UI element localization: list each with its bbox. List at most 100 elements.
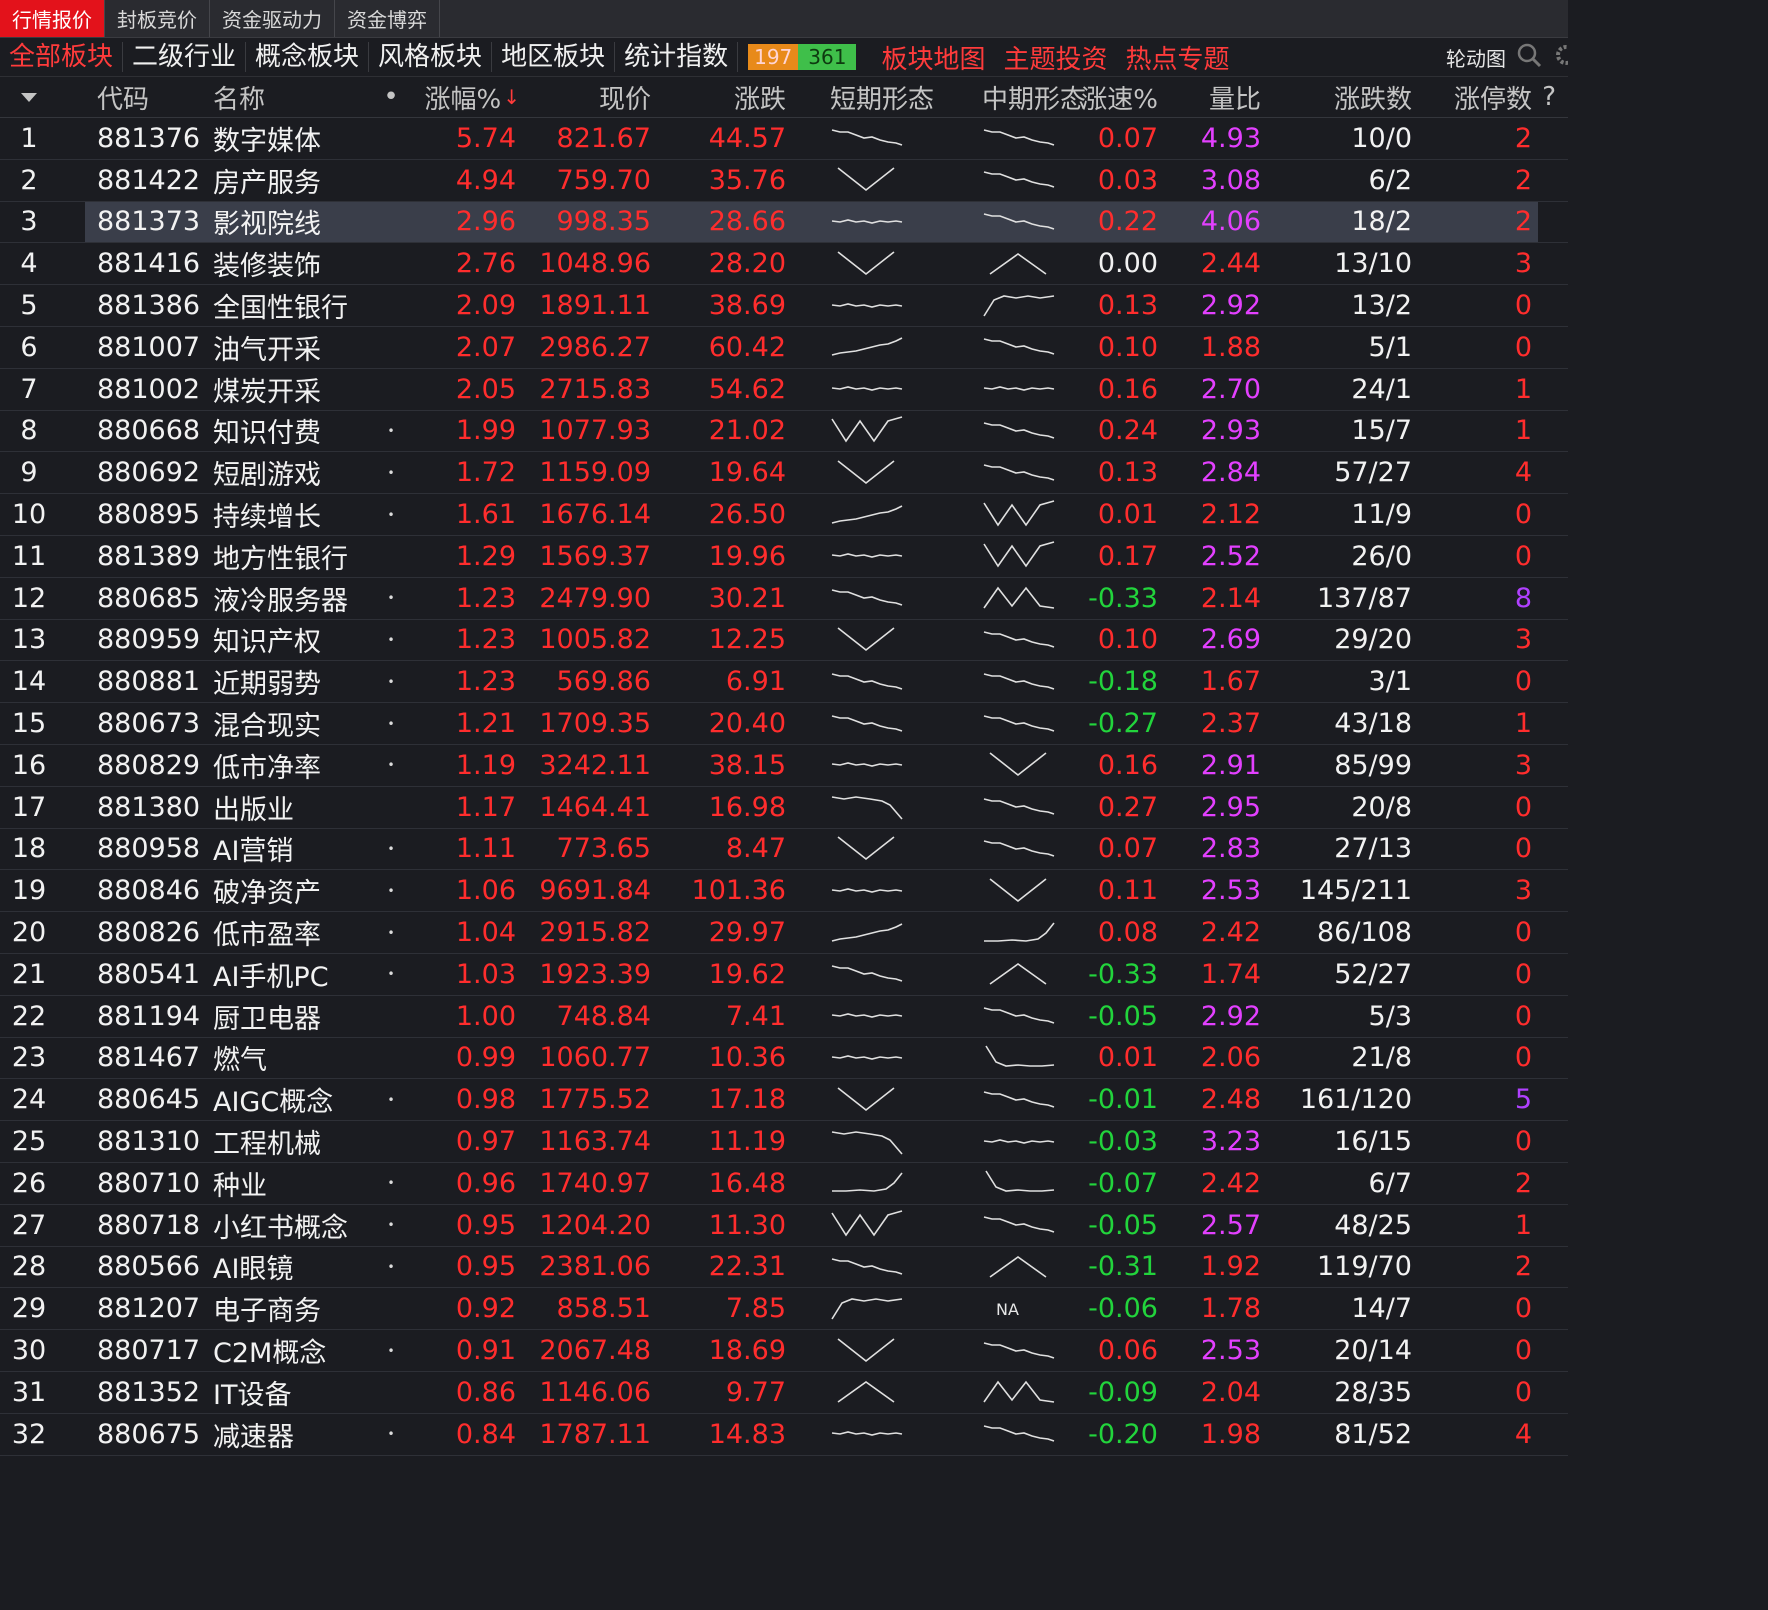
mid-trend-sparkline (983, 672, 1055, 690)
short-trend-sparkline (831, 416, 903, 443)
gear-icon[interactable] (1552, 42, 1576, 72)
table-row[interactable]: 15 880673 混合现实 • 1.21 1709.35 20.40 -0.27 2.37 43… (0, 703, 1568, 745)
table-row[interactable]: 21 880541 AI手机PC • 1.03 1923.39 19.62 -0.33 1.74… (0, 954, 1568, 996)
table-row[interactable]: 24 880645 AIGC概念 • 0.98 1775.52 17.18 -0.01 2.48… (0, 1079, 1568, 1122)
tab-capital-game[interactable]: 资金博弈 (335, 0, 440, 37)
table-row[interactable]: 17 881380 出版业 1.17 1464.41 16.98 0.27 2.95 20/8 0 (0, 787, 1568, 829)
row-index: 18 (11, 833, 47, 865)
price-change: 26.50 (708, 499, 786, 531)
top-tab-strip: 行情报价 封板竞价 资金驱动力 资金博弈 (0, 0, 1568, 38)
table-row[interactable]: 7 881002 煤炭开采 2.05 2715.83 54.62 0.16 2.70 24/1 1 (0, 369, 1568, 411)
row-index: 21 (11, 958, 47, 990)
category-concept[interactable]: 概念板块 (246, 42, 370, 72)
tab-quotes[interactable]: 行情报价 (0, 0, 105, 37)
table-row[interactable]: 3 881373 影视院线 2.96 998.35 28.66 0.22 4.06 18/2 2 (0, 201, 1568, 244)
limit-up-count: 0 (1514, 1000, 1532, 1032)
mid-trend-cell (982, 1079, 1056, 1120)
mid-trend-cell: NA (982, 1288, 1056, 1329)
category-sub-industry[interactable]: 二级行业 (123, 42, 247, 72)
mid-trend-sparkline (983, 798, 1055, 815)
header-name[interactable]: 名称 (213, 77, 265, 117)
current-price: 998.35 (556, 206, 651, 238)
header-up-down-count[interactable]: 涨跌数 (1334, 77, 1412, 117)
header-change[interactable]: 涨跌 (734, 77, 786, 117)
table-row[interactable]: 25 881310 工程机械 0.97 1163.74 11.19 -0.03 3.23 16/… (0, 1121, 1568, 1163)
link-sector-map[interactable]: 板块地图 (872, 39, 994, 76)
concept-dot: • (387, 841, 395, 856)
concept-dot (386, 327, 396, 368)
sector-code: 880710 (97, 1167, 201, 1199)
column-toggle[interactable] (0, 77, 58, 117)
table-row[interactable]: 31 881352 IT设备 0.86 1146.06 9.77 -0.09 2.04 28/3… (0, 1372, 1568, 1414)
header-vol-ratio[interactable]: 量比 (1209, 77, 1261, 117)
link-theme-invest[interactable]: 主题投资 (994, 39, 1116, 76)
table-row[interactable]: 4 881416 装修装饰 2.76 1048.96 28.20 0.00 2.44 13/10… (0, 243, 1568, 286)
short-trend-sparkline (831, 1210, 903, 1237)
table-row[interactable]: 12 880685 液冷服务器 • 1.23 2479.90 30.21 -0.33 2.14 1… (0, 578, 1568, 620)
header-mid-trend[interactable]: 中期形态 (982, 77, 1086, 117)
row-index: 31 (11, 1376, 47, 1408)
table-row[interactable]: 6 881007 油气开采 2.07 2986.27 60.42 0.10 1.88 5/1 0 (0, 327, 1568, 369)
table-row[interactable]: 23 881467 燃气 0.99 1060.77 10.36 0.01 2.06 21/8 0 (0, 1038, 1568, 1080)
table-row[interactable]: 28 880566 AI眼镜 • 0.95 2381.06 22.31 -0.31 1.92 11… (0, 1247, 1568, 1289)
limit-up-count: 8 (1514, 582, 1532, 614)
table-row[interactable]: 2 881422 房产服务 4.94 759.70 35.76 0.03 3.08 6/2 2 (0, 160, 1568, 202)
table-row[interactable]: 9 880692 短剧游戏 • 1.72 1159.09 19.64 0.13 2.84 57/2… (0, 452, 1568, 495)
table-row[interactable]: 30 880717 C2M概念 • 0.91 2067.48 18.69 0.06 2.53 20… (0, 1330, 1568, 1372)
volume-ratio: 2.42 (1200, 917, 1261, 949)
header-pct[interactable]: 涨幅% ↓ (425, 77, 520, 117)
table-row[interactable]: 18 880958 AI营销 • 1.11 773.65 8.47 0.07 2.83 27/13… (0, 829, 1568, 871)
current-price: 2067.48 (539, 1335, 651, 1366)
row-index: 7 (20, 373, 38, 405)
header-price[interactable]: 现价 (599, 77, 651, 117)
current-price: 1077.93 (539, 415, 651, 447)
rise-speed: 0.16 (1097, 373, 1158, 405)
tab-seal-bidding[interactable]: 封板竞价 (105, 0, 210, 37)
up-down-count: 24/1 (1351, 373, 1412, 405)
price-change: 21.02 (708, 415, 786, 447)
table-row[interactable]: 27 880718 小红书概念 • 0.95 1204.20 11.30 -0.05 2.57 4… (0, 1205, 1568, 1247)
header-speed[interactable]: 涨速% (1081, 77, 1158, 117)
sector-code: 880541 (97, 958, 201, 990)
header-short-trend[interactable]: 短期形态 (830, 77, 934, 117)
volume-ratio: 1.74 (1200, 958, 1261, 990)
concept-dot: • (387, 1427, 395, 1442)
table-row[interactable]: 14 880881 近期弱势 • 1.23 569.86 6.91 -0.18 1.67 3/1 0 (0, 661, 1568, 704)
short-trend-cell (830, 1205, 904, 1246)
mid-trend-sparkline (983, 1138, 1055, 1144)
table-row[interactable]: 1 881376 数字媒体 5.74 821.67 44.57 0.07 4.93 10/0 2 (0, 118, 1568, 160)
tab-capital-drive[interactable]: 资金驱动力 (210, 0, 335, 37)
table-row[interactable]: 13 880959 知识产权 • 1.23 1005.82 12.25 0.10 2.69 29/… (0, 620, 1568, 662)
short-trend-cell (830, 327, 904, 368)
table-row[interactable]: 19 880846 破净资产 • 1.06 9691.84 101.36 0.11 2.53 14… (0, 870, 1568, 913)
table-row[interactable]: 5 881386 全国性银行 2.09 1891.11 38.69 0.13 2.92 13/2… (0, 285, 1568, 327)
table-row[interactable]: 20 880826 低市盈率 • 1.04 2915.82 29.97 0.08 2.42 86/… (0, 912, 1568, 954)
table-row[interactable]: 16 880829 低市净率 • 1.19 3242.11 38.15 0.16 2.91 85/… (0, 745, 1568, 787)
table-row[interactable]: 32 880675 减速器 • 0.84 1787.11 14.83 -0.20 1.98 81/… (0, 1414, 1568, 1456)
table-row[interactable]: 29 881207 电子商务 0.92 858.51 7.85 NA -0.06 1.78 14/… (0, 1288, 1568, 1331)
category-stat-index[interactable]: 统计指数 (615, 42, 739, 72)
category-style[interactable]: 风格板块 (369, 42, 493, 72)
table-row[interactable]: 8 880668 知识付费 • 1.99 1077.93 21.02 0.24 2.93 15/7… (0, 411, 1568, 453)
table-row[interactable]: 10 880895 持续增长 • 1.61 1676.14 26.50 0.01 2.12 11/… (0, 494, 1568, 536)
search-icon[interactable] (1516, 42, 1542, 72)
mid-trend-sparkline (983, 129, 1055, 147)
category-all-sectors[interactable]: 全部板块 (0, 42, 124, 72)
header-code[interactable]: 代码 (97, 77, 149, 117)
help-icon[interactable]: ? (1542, 77, 1556, 117)
up-down-count: 6/2 (1368, 164, 1412, 196)
concept-dot: • (387, 591, 395, 606)
rise-speed: -0.09 (1088, 1376, 1158, 1408)
mid-trend-sparkline (983, 422, 1055, 439)
short-trend-sparkline (831, 589, 903, 606)
table-row[interactable]: 22 881194 厨卫电器 1.00 748.84 7.41 -0.05 2.92 5/3 0 (0, 996, 1568, 1038)
mid-trend-cell (982, 954, 1056, 995)
category-region[interactable]: 地区板块 (492, 42, 616, 72)
table-row[interactable]: 26 880710 种业 • 0.96 1740.97 16.48 -0.07 2.42 6/7 2 (0, 1163, 1568, 1205)
table-row[interactable]: 11 881389 地方性银行 1.29 1569.37 19.96 0.17 2.52 26/… (0, 536, 1568, 578)
header-limit-up-count[interactable]: 涨停数 (1454, 77, 1532, 117)
short-trend-sparkline (831, 1055, 903, 1060)
rotation-chart-button[interactable]: 轮动图 (1446, 43, 1506, 72)
sector-code: 881386 (97, 290, 201, 322)
link-hot-topics[interactable]: 热点专题 (1117, 39, 1239, 76)
